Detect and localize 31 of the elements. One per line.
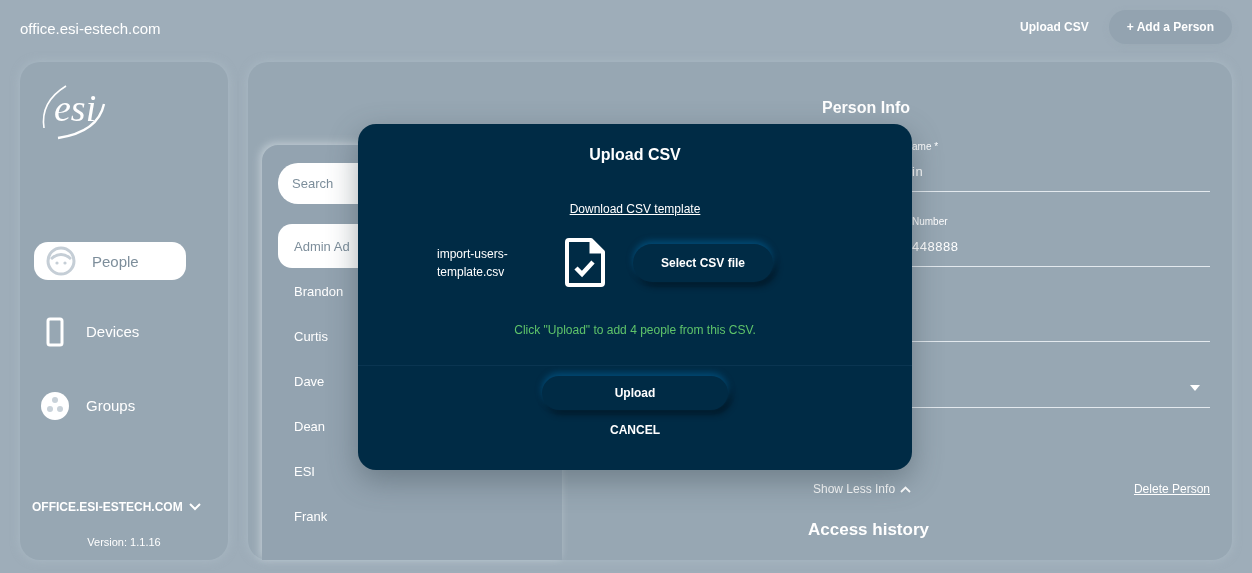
status-message: Click "Upload" to add 4 people from this CSV. [514, 323, 756, 337]
section-title: Access history [808, 520, 930, 540]
section-title: Person Info [822, 99, 911, 117]
download-template-link[interactable]: Download CSV template [569, 202, 701, 216]
person-list-item[interactable]: Frank [278, 494, 546, 538]
file-check-icon [565, 238, 605, 287]
domain-title: office.esi-estech.com [20, 19, 161, 37]
field-label: Number [912, 216, 949, 227]
file-name: import-users-template.csv [437, 245, 509, 281]
face-icon [46, 246, 76, 276]
field-value[interactable]: 448888 [912, 239, 1210, 254]
add-person-button[interactable]: + Add a Person [1108, 10, 1232, 44]
show-less-info-link[interactable]: Show Less Info [813, 482, 896, 496]
upload-button[interactable]: Upload [542, 376, 728, 410]
chevron-down-icon[interactable] [188, 503, 201, 511]
field-value[interactable]: in [912, 164, 1210, 179]
group-icon [40, 390, 70, 421]
logo: esi [38, 82, 118, 142]
cancel-button[interactable]: CANCEL [604, 422, 666, 438]
nav-item[interactable]: Devices [28, 309, 220, 354]
upload-csv-link[interactable]: Upload CSV [1020, 20, 1089, 34]
chevron-up-icon[interactable] [900, 485, 912, 493]
select-file-button[interactable]: Select CSV file [633, 243, 773, 282]
nav-item[interactable]: People [34, 242, 186, 280]
nav-item[interactable]: Groups [28, 383, 220, 428]
dialog-title: Upload CSV [589, 146, 681, 164]
delete-person-link[interactable]: Delete Person [1133, 482, 1210, 496]
account-selector[interactable]: OFFICE.ESI-ESTECH.COM [32, 500, 183, 514]
field-label: ame * [912, 141, 940, 152]
version-text: Version: 1.1.16 [86, 536, 162, 548]
dropdown-caret-icon[interactable] [1190, 385, 1200, 391]
